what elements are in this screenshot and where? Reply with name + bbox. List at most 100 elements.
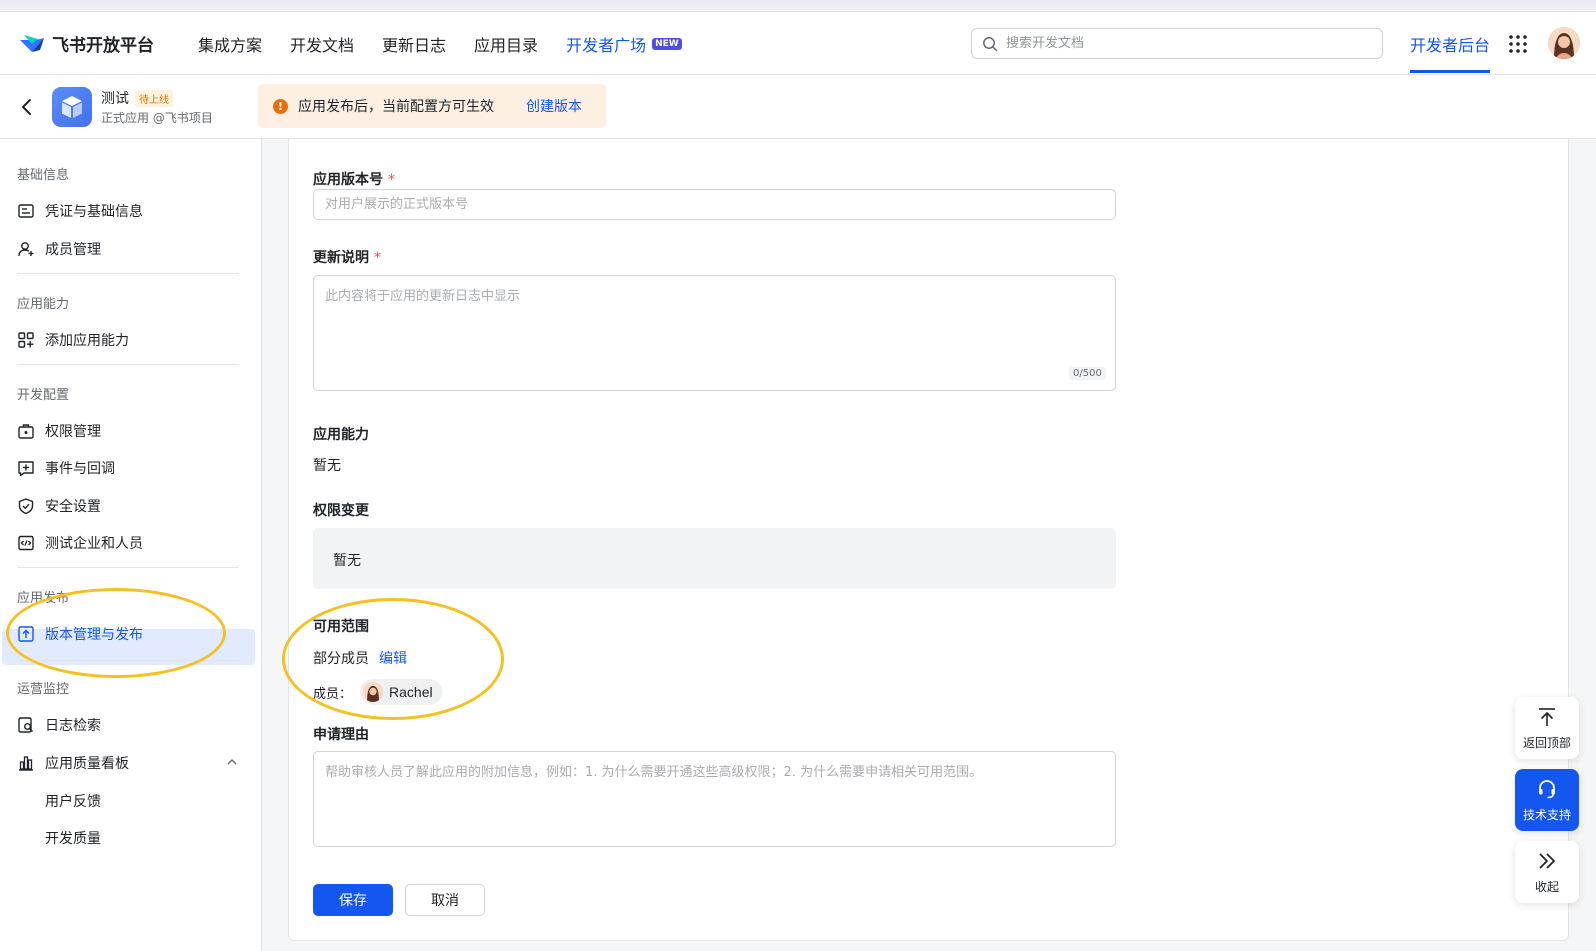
- sidebar-item-quality-board[interactable]: 应用质量看板: [17, 753, 129, 773]
- save-button[interactable]: 保存: [313, 884, 393, 916]
- chevron-up-icon[interactable]: [226, 756, 238, 768]
- bar-chart-icon: [19, 756, 33, 771]
- notes-label-text: 更新说明: [313, 250, 369, 266]
- sidebar-item-test-enterprise[interactable]: 测试企业和人员: [17, 533, 143, 553]
- sidebar-divider: [17, 567, 239, 568]
- sidebar-item-label: 日志检索: [45, 718, 101, 734]
- capability-value: 暂无: [313, 458, 341, 474]
- sidebar-subitem-dev-quality[interactable]: 开发质量: [45, 828, 101, 848]
- sidebar-item-label: 测试企业和人员: [45, 536, 143, 552]
- search-input[interactable]: [1006, 36, 1382, 51]
- main-nav: 集成方案 开发文档 更新日志 应用目录 开发者广场 NEW: [198, 32, 682, 56]
- member-avatar: [363, 682, 384, 702]
- edit-scope-link[interactable]: 编辑: [379, 651, 407, 667]
- scope-value: 部分成员: [313, 651, 369, 667]
- logo-text: 飞书开放平台: [52, 36, 154, 56]
- sidebar-item-security[interactable]: 安全设置: [17, 496, 101, 516]
- user-avatar-image-icon: [1548, 27, 1580, 59]
- back-to-top-button[interactable]: 返回顶部: [1515, 697, 1579, 759]
- char-counter: 0/500: [1069, 367, 1106, 380]
- sidebar-subitem-user-feedback[interactable]: 用户反馈: [45, 791, 101, 811]
- sidebar-divider: [17, 273, 239, 274]
- member-avatar-image-icon: [363, 682, 384, 702]
- sidebar-item-version-release[interactable]: 版本管理与发布: [17, 624, 143, 644]
- cube-icon: [62, 96, 82, 118]
- scope-value-row: 部分成员 编辑: [313, 648, 407, 668]
- version-label: 应用版本号 *: [313, 169, 395, 189]
- reason-label: 申请理由: [313, 727, 369, 743]
- back-to-top-label: 返回顶部: [1522, 735, 1571, 750]
- add-user-icon: [18, 242, 34, 257]
- collapse-label: 收起: [1534, 879, 1559, 894]
- user-avatar[interactable]: [1548, 27, 1580, 59]
- sidebar-item-label: 权限管理: [45, 424, 101, 440]
- app-name-row: 测试 待上线: [101, 88, 173, 108]
- double-chevron-right-icon: [1539, 852, 1555, 869]
- sidebar-item-credentials[interactable]: 凭证与基础信息: [17, 201, 143, 221]
- nav-developer-plaza[interactable]: 开发者广场 NEW: [566, 32, 682, 56]
- app-header: 测试 待上线 正式应用 @飞书项目 ! 应用发布后，当前配置方可生效 创建版本: [0, 75, 1596, 139]
- permission-change-box: 暂无: [313, 528, 1116, 589]
- version-label-text: 应用版本号: [313, 172, 383, 188]
- sidebar-divider: [17, 660, 239, 661]
- new-badge: NEW: [652, 38, 682, 50]
- sidebar: 基础信息 凭证与基础信息 成员管理 应用能力 添加应用能力 开发配置 权限管理 …: [0, 139, 262, 951]
- id-card-icon: [18, 204, 34, 218]
- app-grid-icon[interactable]: [1508, 34, 1528, 54]
- log-search-icon: [18, 717, 33, 733]
- group-title-dev-config: 开发配置: [17, 388, 70, 403]
- console-active-indicator: [1410, 70, 1490, 73]
- logo[interactable]: 飞书开放平台: [18, 31, 154, 56]
- permission-change-label: 权限变更: [313, 503, 369, 519]
- tech-support-button[interactable]: 技术支持: [1515, 769, 1579, 831]
- group-title-release: 应用发布: [17, 591, 70, 606]
- sidebar-item-members[interactable]: 成员管理: [17, 239, 101, 259]
- group-title-capability: 应用能力: [17, 297, 70, 312]
- sidebar-item-label: 成员管理: [45, 242, 101, 258]
- release-notes-textarea[interactable]: [313, 275, 1116, 391]
- member-name: Rachel: [389, 684, 433, 700]
- reason-textarea[interactable]: [313, 751, 1116, 847]
- member-chip[interactable]: Rachel: [360, 679, 442, 705]
- status-badge: 待上线: [135, 89, 173, 107]
- required-mark: *: [388, 172, 395, 188]
- cancel-button[interactable]: 取消: [405, 884, 485, 916]
- nav-developer-plaza-label: 开发者广场: [566, 36, 647, 55]
- sidebar-item-log-search[interactable]: 日志检索: [17, 715, 101, 735]
- event-add-icon: [18, 461, 34, 477]
- shield-icon: [18, 498, 34, 515]
- upload-box-icon: [18, 626, 34, 642]
- collapse-button[interactable]: 收起: [1515, 841, 1579, 903]
- nav-solutions[interactable]: 集成方案: [198, 32, 262, 56]
- nav-app-directory[interactable]: 应用目录: [474, 32, 538, 56]
- sidebar-item-label: 应用质量看板: [45, 756, 129, 772]
- sidebar-item-add-capability[interactable]: 添加应用能力: [17, 330, 129, 350]
- member-row: 成员： Rachel: [313, 679, 442, 705]
- briefcase-lock-icon: [18, 424, 34, 439]
- group-title-monitoring: 运营监控: [17, 682, 70, 697]
- sidebar-item-label: 安全设置: [45, 499, 101, 515]
- notice-text: 应用发布后，当前配置方可生效: [298, 99, 494, 115]
- version-input[interactable]: [313, 189, 1116, 220]
- capability-label: 应用能力: [313, 427, 369, 443]
- top-navigation: 飞书开放平台 集成方案 开发文档 更新日志 应用目录 开发者广场 NEW 开发者…: [0, 12, 1596, 75]
- developer-console-link[interactable]: 开发者后台: [1410, 32, 1490, 56]
- add-block-icon: [18, 332, 34, 348]
- arrow-up-icon: [1539, 707, 1555, 726]
- app-icon: [52, 87, 92, 127]
- nav-docs[interactable]: 开发文档: [290, 32, 354, 56]
- nav-changelog[interactable]: 更新日志: [382, 32, 446, 56]
- sidebar-item-events[interactable]: 事件与回调: [17, 458, 115, 478]
- headset-icon: [1539, 779, 1555, 798]
- create-version-link[interactable]: 创建版本: [526, 96, 582, 116]
- sidebar-item-label: 版本管理与发布: [45, 627, 143, 643]
- tech-support-label: 技术支持: [1522, 807, 1571, 822]
- members-label: 成员：: [313, 686, 353, 702]
- search-box[interactable]: [971, 28, 1383, 59]
- app-name: 测试: [101, 91, 129, 107]
- browser-top-strip: [0, 0, 1596, 12]
- back-arrow-icon[interactable]: [20, 97, 34, 117]
- search-icon: [983, 36, 998, 51]
- sidebar-item-permissions[interactable]: 权限管理: [17, 421, 101, 441]
- app-subtitle: 正式应用 @飞书项目: [101, 111, 213, 125]
